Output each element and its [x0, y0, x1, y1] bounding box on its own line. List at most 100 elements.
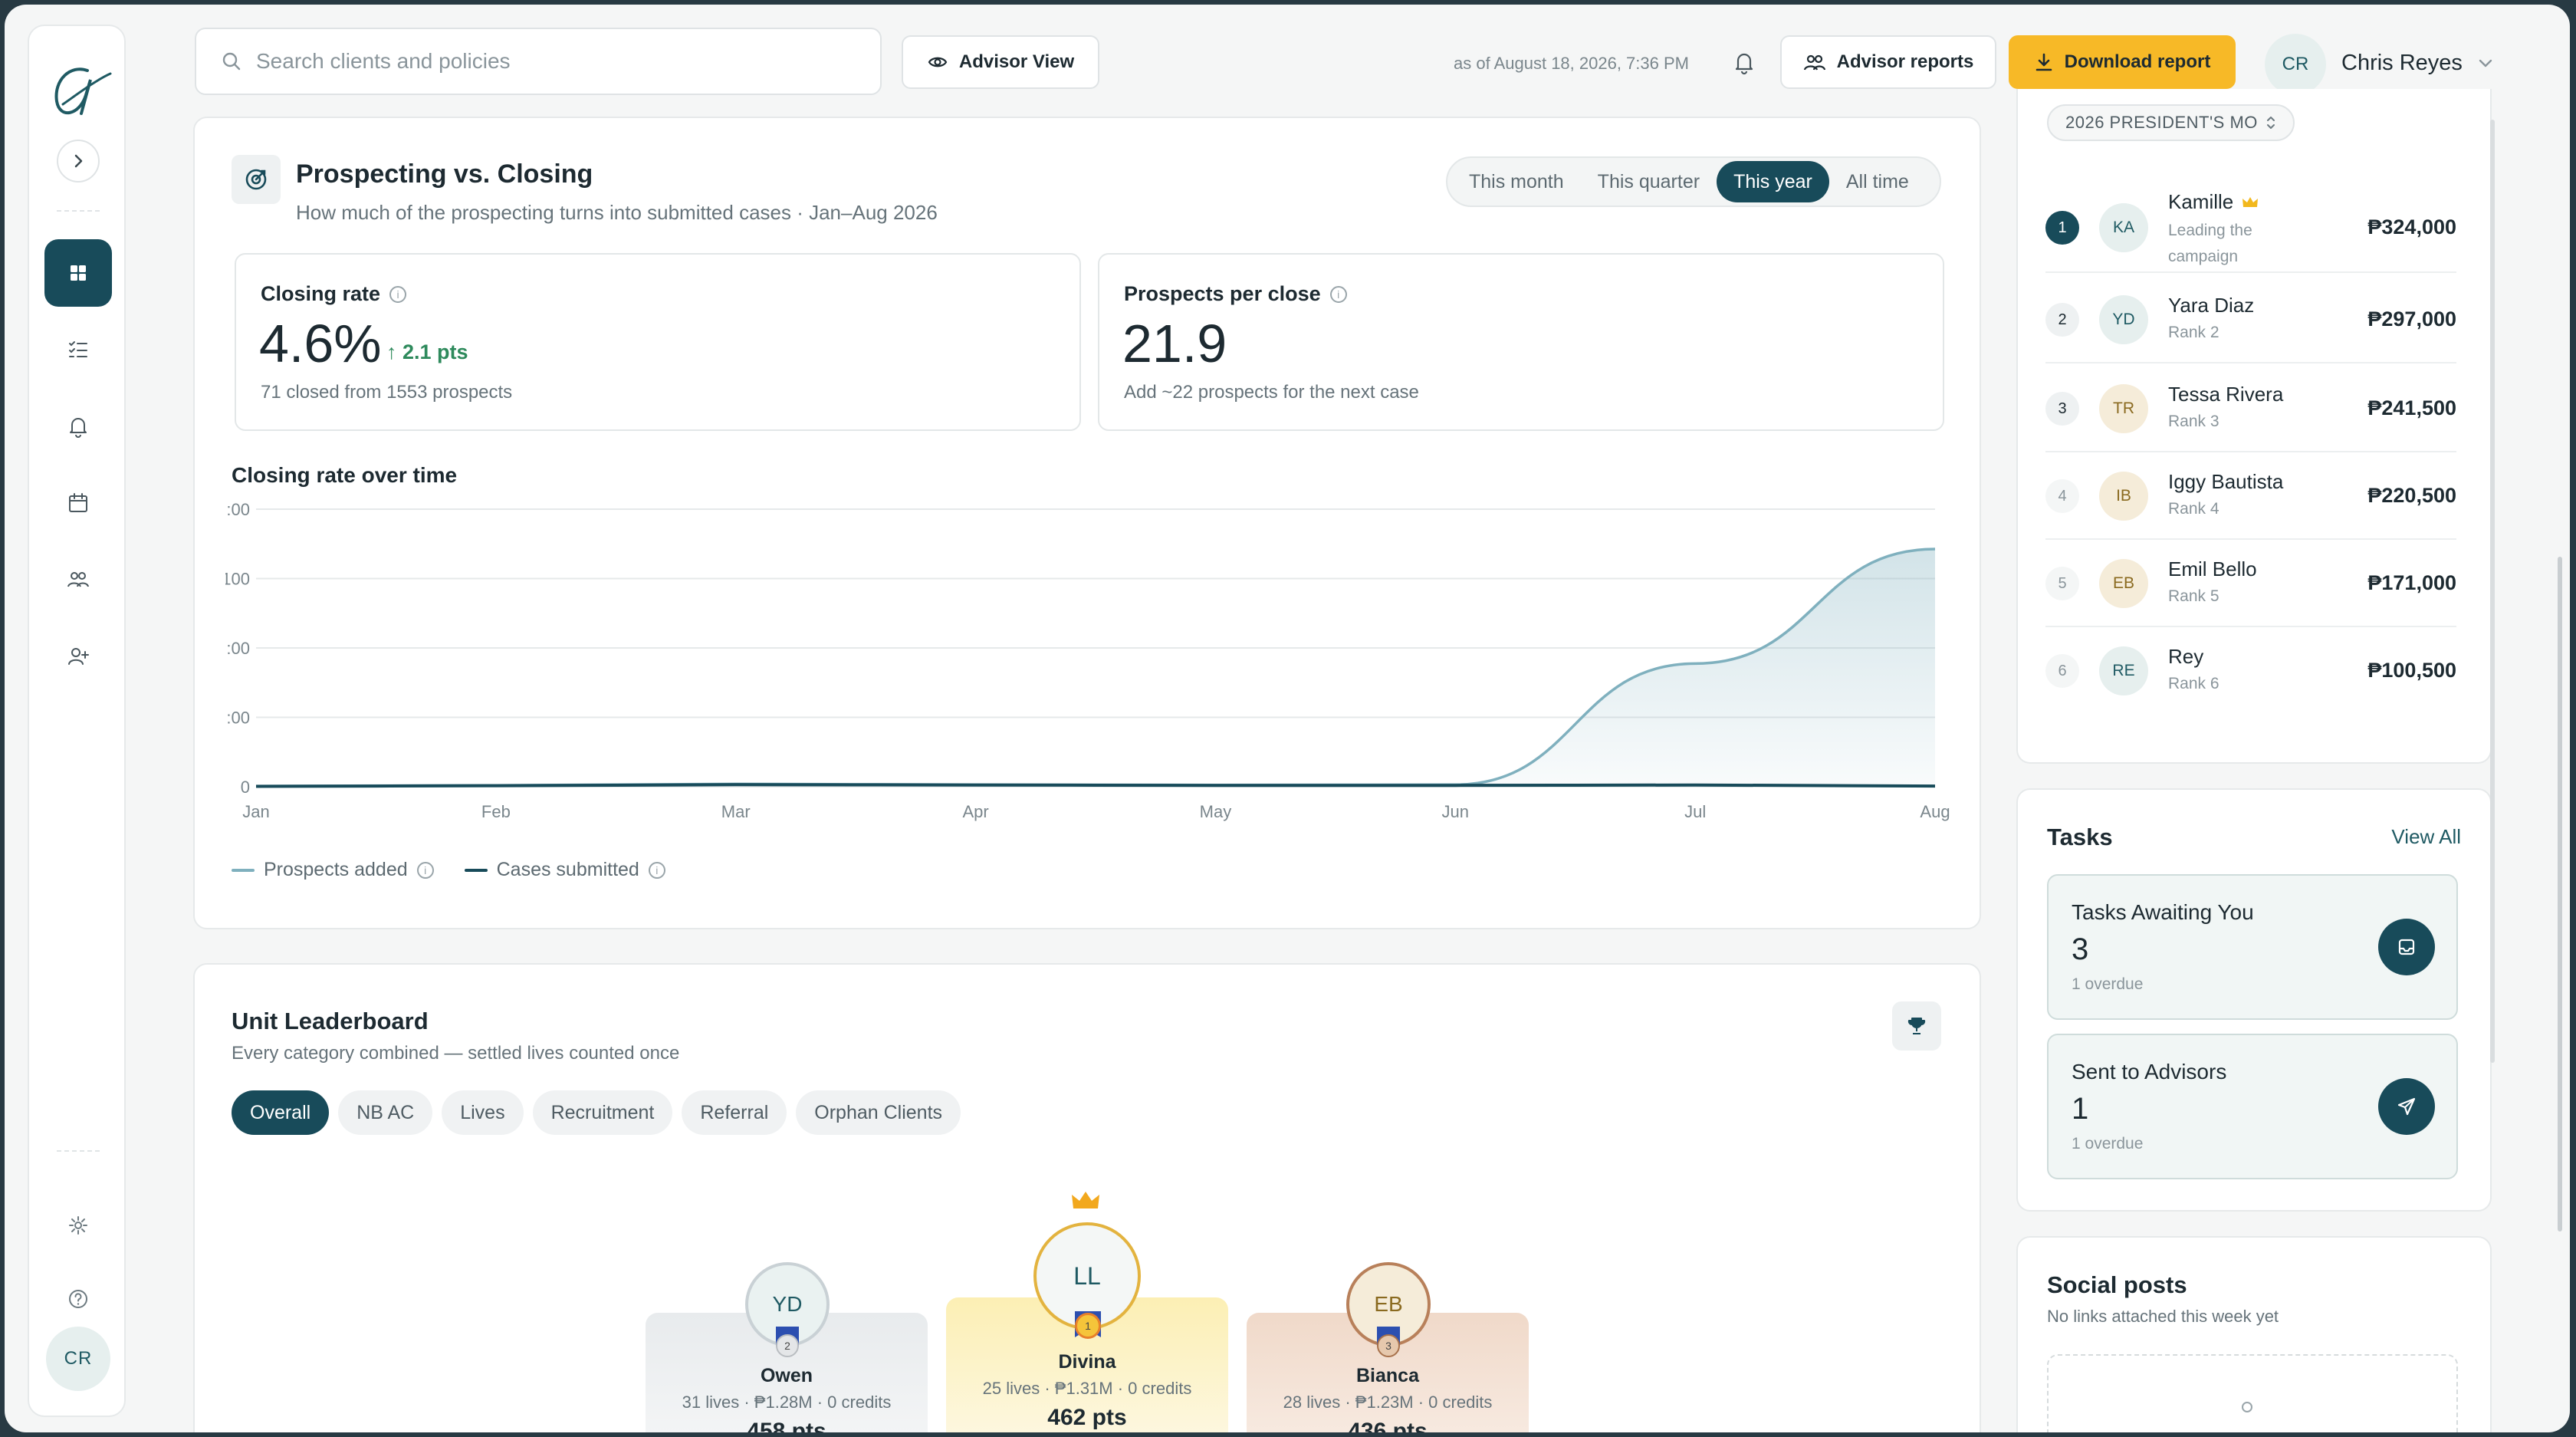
target-icon [232, 155, 281, 204]
info-icon[interactable]: i [416, 861, 434, 879]
task-count: 1 [2072, 1092, 2089, 1126]
podium-name: Bianca [1356, 1365, 1419, 1386]
sidebar-item-notifications[interactable] [44, 393, 112, 460]
tab-orphan-clients[interactable]: Orphan Clients [796, 1090, 961, 1135]
sidebar-divider [57, 210, 100, 212]
ranking-row[interactable]: 1 KA Kamille Leading the campaign ₱324,000 [2045, 183, 2456, 273]
user-avatar[interactable]: CR [2265, 34, 2326, 95]
ranking-subtitle: Rank 3 [2168, 413, 2220, 430]
advisor-reports-label: Advisor reports [1836, 51, 1974, 72]
task-title: Tasks Awaiting You [2072, 900, 2254, 924]
sidebar-item-checklist[interactable] [44, 316, 112, 383]
tab-lives[interactable]: Lives [442, 1090, 524, 1135]
trophy-button[interactable] [1892, 1001, 1941, 1051]
brand-logo[interactable] [40, 57, 117, 133]
tab-referral[interactable]: Referral [682, 1090, 787, 1135]
chevron-down-icon[interactable] [2476, 55, 2495, 71]
podium-name: Owen [760, 1365, 813, 1386]
expand-sidebar-button[interactable] [57, 140, 100, 183]
range-this-quarter[interactable]: This quarter [1581, 161, 1717, 202]
x-tick-label: Apr [962, 802, 988, 821]
right-panel-scrollbar[interactable] [2490, 120, 2495, 1063]
ranking-row[interactable]: 6 RE Rey Rank 6 ₱100,500 [2045, 627, 2456, 715]
ranking-avatar: KA [2099, 203, 2148, 252]
checklist-icon [69, 341, 87, 357]
tab-recruitment[interactable]: Recruitment [532, 1090, 673, 1135]
calendar-icon [69, 493, 87, 512]
podium-meta: 28 lives · ₱1.23M · 0 credits [1283, 1393, 1493, 1412]
as-of-timestamp: as of August 18, 2026, 7:36 PM [1454, 54, 1689, 73]
ranking-amount: ₱241,500 [2367, 396, 2456, 419]
crown-icon [2242, 196, 2259, 207]
info-icon[interactable]: i [389, 285, 407, 303]
legend-swatch [232, 868, 255, 872]
social-subtitle: No links attached this week yet [2047, 1307, 2279, 1326]
social-dropzone[interactable] [2047, 1354, 2458, 1432]
range-this-year[interactable]: This year [1717, 161, 1829, 202]
range-this-month[interactable]: This month [1452, 161, 1581, 202]
info-icon[interactable]: i [648, 861, 665, 879]
ranking-amount: ₱324,000 [2367, 215, 2456, 238]
sidebar-item-add-user[interactable] [44, 623, 112, 690]
ranking-avatar: RE [2099, 646, 2148, 695]
task-card-awaiting[interactable]: Tasks Awaiting You 3 1 overdue [2047, 874, 2458, 1020]
tab-overall[interactable]: Overall [232, 1090, 330, 1135]
range-all-time[interactable]: All time [1829, 161, 1926, 202]
ranking-name-row: Kamille [2168, 190, 2259, 214]
ranking-name: Iggy Bautista [2168, 470, 2284, 493]
ranking-row[interactable]: 2 YD Yara Diaz Rank 2 ₱297,000 [2045, 276, 2456, 363]
advisor-reports-button[interactable]: Advisor reports [1780, 35, 1996, 89]
tasks-card: Tasks View All Tasks Awaiting You 3 1 ov… [2016, 788, 2492, 1212]
sidebar-item-dashboard[interactable] [44, 239, 112, 307]
ranking-row[interactable]: 5 EB Emil Bello Rank 5 ₱171,000 [2045, 540, 2456, 627]
page-scrollbar[interactable] [2558, 557, 2562, 1231]
task-title: Sent to Advisors [2072, 1060, 2227, 1084]
ranking-row[interactable]: 3 TR Tessa Rivera Rank 3 ₱241,500 [2045, 365, 2456, 452]
task-overdue: 1 overdue [2072, 1135, 2144, 1153]
tab-nb-ac[interactable]: NB AC [338, 1090, 433, 1135]
x-tick-label: Jul [1684, 802, 1706, 821]
send-icon[interactable] [2378, 1078, 2435, 1135]
legend-label: Cases submitted [496, 859, 639, 880]
medal-rank: 1 [1075, 1313, 1101, 1339]
download-report-button[interactable]: Download report [2009, 35, 2236, 89]
task-card-sent[interactable]: Sent to Advisors 1 1 overdue [2047, 1034, 2458, 1179]
search-input[interactable]: Search clients and policies [195, 28, 882, 95]
sidebar-item-settings[interactable] [44, 1192, 112, 1259]
ranking-avatar: YD [2099, 295, 2148, 344]
y-tick-label: 0 [241, 778, 250, 797]
ranking-row[interactable]: 4 IB Iggy Bautista Rank 4 ₱220,500 [2045, 452, 2456, 540]
ranking-subtitle: Rank 2 [2168, 324, 2220, 341]
help-icon [69, 1290, 87, 1308]
campaign-selector[interactable]: 2026 PRESIDENT'S MO [2047, 104, 2295, 141]
ranking-subtitle: Leading the campaign [2168, 222, 2252, 265]
x-tick-label: May [1200, 802, 1232, 821]
advisor-view-button[interactable]: Advisor View [902, 35, 1099, 89]
inbox-icon[interactable] [2378, 919, 2435, 975]
podium-points: 458 pts [747, 1419, 826, 1432]
sidebar-item-help[interactable] [44, 1265, 112, 1333]
task-overdue: 1 overdue [2072, 975, 2144, 993]
sidebar-avatar[interactable]: CR [46, 1327, 110, 1391]
ranking-amount: ₱297,000 [2367, 307, 2456, 330]
y-tick-label: :00 [226, 709, 250, 728]
bell-icon [70, 418, 87, 438]
ranking-name-row: Rey [2168, 645, 2203, 669]
podium-meta: 25 lives · ₱1.31M · 0 credits [982, 1379, 1192, 1398]
user-name[interactable]: Chris Reyes [2341, 51, 2463, 76]
bell-icon[interactable] [1731, 49, 1757, 77]
sidebar-item-team[interactable] [44, 546, 112, 613]
social-title: Social posts [2047, 1271, 2187, 1298]
x-tick-label: Aug [1920, 802, 1950, 821]
ranking-subtitle: Rank 6 [2168, 675, 2220, 692]
info-icon[interactable]: i [1329, 285, 1347, 303]
view-all-link[interactable]: View All [2391, 825, 2461, 849]
sidebar-item-calendar[interactable] [44, 469, 112, 537]
ranking-name: Emil Bello [2168, 557, 2257, 580]
ranking-amount: ₱220,500 [2367, 484, 2456, 507]
x-tick-label: Feb [481, 802, 511, 821]
closing-rate-chart: 0:00:00 100:00 Jan Feb Mar Apr May Jun Jul Aug [225, 501, 1950, 821]
podium-points: 436 pts [1348, 1419, 1428, 1432]
ranking-avatar: IB [2099, 472, 2148, 521]
app-window: CR Search clients and policies Advisor V… [5, 5, 2570, 1432]
